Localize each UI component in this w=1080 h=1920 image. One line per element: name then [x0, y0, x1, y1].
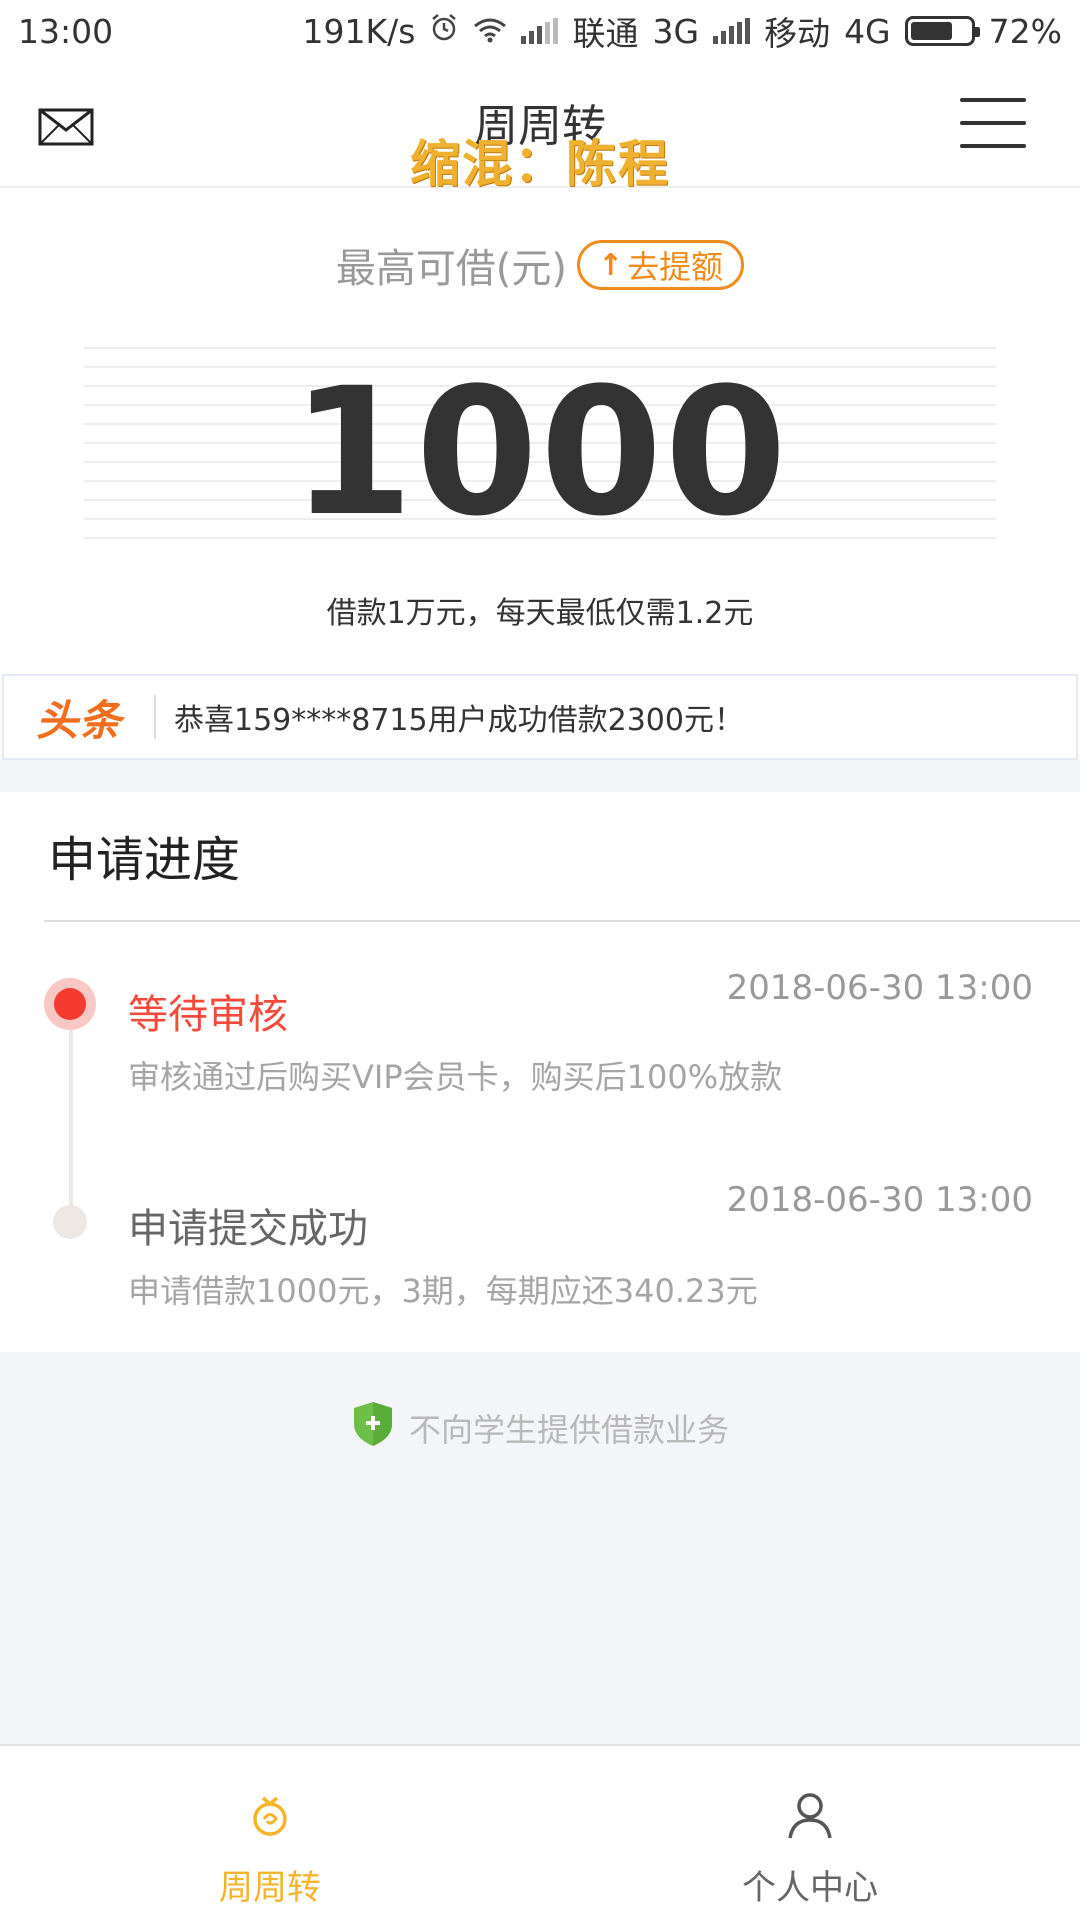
ticker-message: 恭喜159****8715用户成功借款2300元！: [174, 703, 744, 738]
step-title-submitted: 申请提交成功: [128, 1206, 368, 1252]
signal-icon: [521, 18, 559, 44]
step-title-pending: 等待审核: [128, 992, 288, 1038]
shield-icon: [351, 1400, 395, 1456]
network-type-1: 3G: [652, 11, 700, 51]
battery-icon: [904, 16, 980, 46]
alarm-icon: [429, 12, 459, 51]
timeline-line: [69, 1010, 73, 1220]
app-header: 周周转 缩混：陈程: [0, 62, 1080, 193]
signal-icon-2: [713, 18, 751, 44]
status-bar: 13:00 191K/s 联通 3G 移动 4G 72%: [0, 0, 1080, 62]
network-type-2: 4G: [844, 11, 891, 51]
arrow-up-icon: ↑: [598, 247, 624, 283]
tab-profile-label: 个人中心: [742, 1868, 878, 1908]
student-notice: 不向学生提供借款业务: [0, 1400, 1080, 1456]
divider: [44, 920, 1080, 922]
raise-limit-label: 去提额: [627, 248, 724, 286]
progress-title: 申请进度: [48, 832, 241, 888]
toutiao-logo: 头条: [35, 695, 122, 745]
step-time-pending: 2018-06-30 13:00: [726, 968, 1033, 1008]
carrier-1: 联通: [572, 14, 639, 53]
timeline-dot: [53, 1205, 87, 1239]
app-screen: 13:00 191K/s 联通 3G 移动 4G 72% 周周转 缩混：陈程 最…: [0, 0, 1080, 1920]
person-icon: [783, 1788, 837, 1846]
bottom-tab-bar: 周周转 个人中心: [0, 1744, 1080, 1920]
tab-profile[interactable]: 个人中心: [540, 1746, 1080, 1920]
zhouzhouzhuan-icon: [243, 1788, 297, 1846]
watermark-text: 缩混：陈程: [410, 135, 670, 193]
battery-level: 72%: [988, 11, 1062, 51]
max-limit-row: 最高可借(元) ↑ 去提额: [0, 236, 1080, 294]
max-limit-label: 最高可借(元): [335, 246, 568, 292]
network-speed: 191K/s: [302, 11, 416, 51]
timeline-dot-active: [44, 978, 96, 1030]
menu-icon[interactable]: [960, 98, 1026, 148]
wifi-icon: [473, 12, 507, 51]
step-desc-pending: 审核通过后购买VIP会员卡，购买后100%放款: [128, 1058, 783, 1096]
section-gap: [0, 760, 1080, 792]
status-indicators: 191K/s 联通 3G 移动 4G 72%: [303, 7, 1062, 55]
carrier-2: 移动: [764, 14, 831, 53]
tab-home-label: 周周转: [219, 1868, 321, 1908]
raise-limit-button[interactable]: ↑ 去提额: [577, 240, 745, 290]
notice-text: 不向学生提供借款业务: [408, 1411, 729, 1449]
loan-tagline: 借款1万元，每天最低仅需1.2元: [326, 596, 754, 631]
step-desc-submitted: 申请借款1000元，3期，每期应还340.23元: [128, 1272, 758, 1310]
step-time-submitted: 2018-06-30 13:00: [726, 1180, 1033, 1220]
tab-home[interactable]: 周周转: [0, 1746, 540, 1920]
loan-amount: 1000: [291, 350, 789, 555]
news-ticker[interactable]: 头条 恭喜159****8715用户成功借款2300元！: [2, 674, 1078, 760]
status-time: 13:00: [18, 11, 114, 51]
